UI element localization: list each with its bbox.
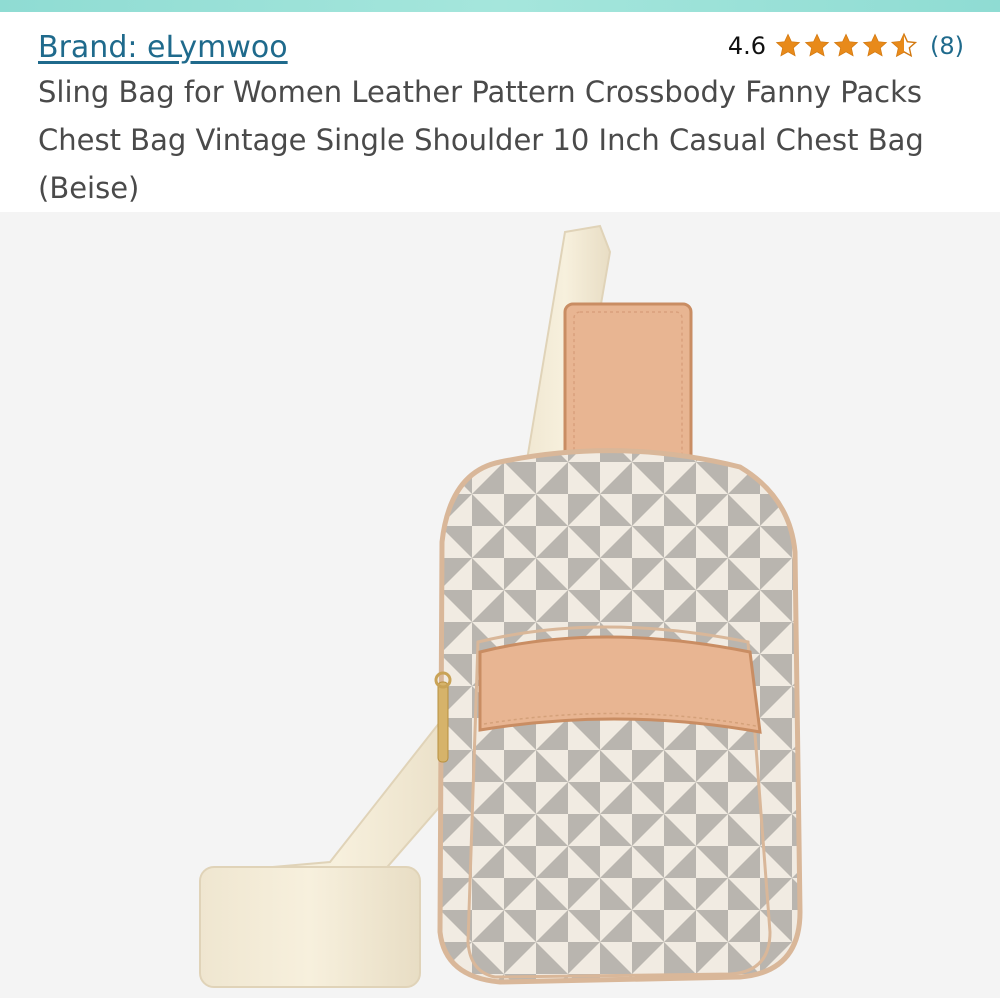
product-title: Sling Bag for Women Leather Pattern Cros… [38,75,924,205]
top-accent-bar [0,0,1000,12]
star-icon [862,33,888,57]
product-header: Brand: eLymwoo 4.6 (8) Sling Bag for Wom… [0,12,1000,212]
star-icon [833,33,859,57]
sling-bag-image [199,224,803,988]
star-icon [804,33,830,57]
rating-stars [774,32,918,60]
star-half-icon [890,32,918,58]
rating-value: 4.6 [727,32,766,60]
rating-summary[interactable]: 4.6 (8) [728,32,964,60]
brand-link[interactable]: Brand: eLymwoo [38,30,288,65]
star-icon [775,33,801,57]
product-image[interactable] [0,212,1000,998]
review-count-link[interactable]: (8) [930,32,964,60]
